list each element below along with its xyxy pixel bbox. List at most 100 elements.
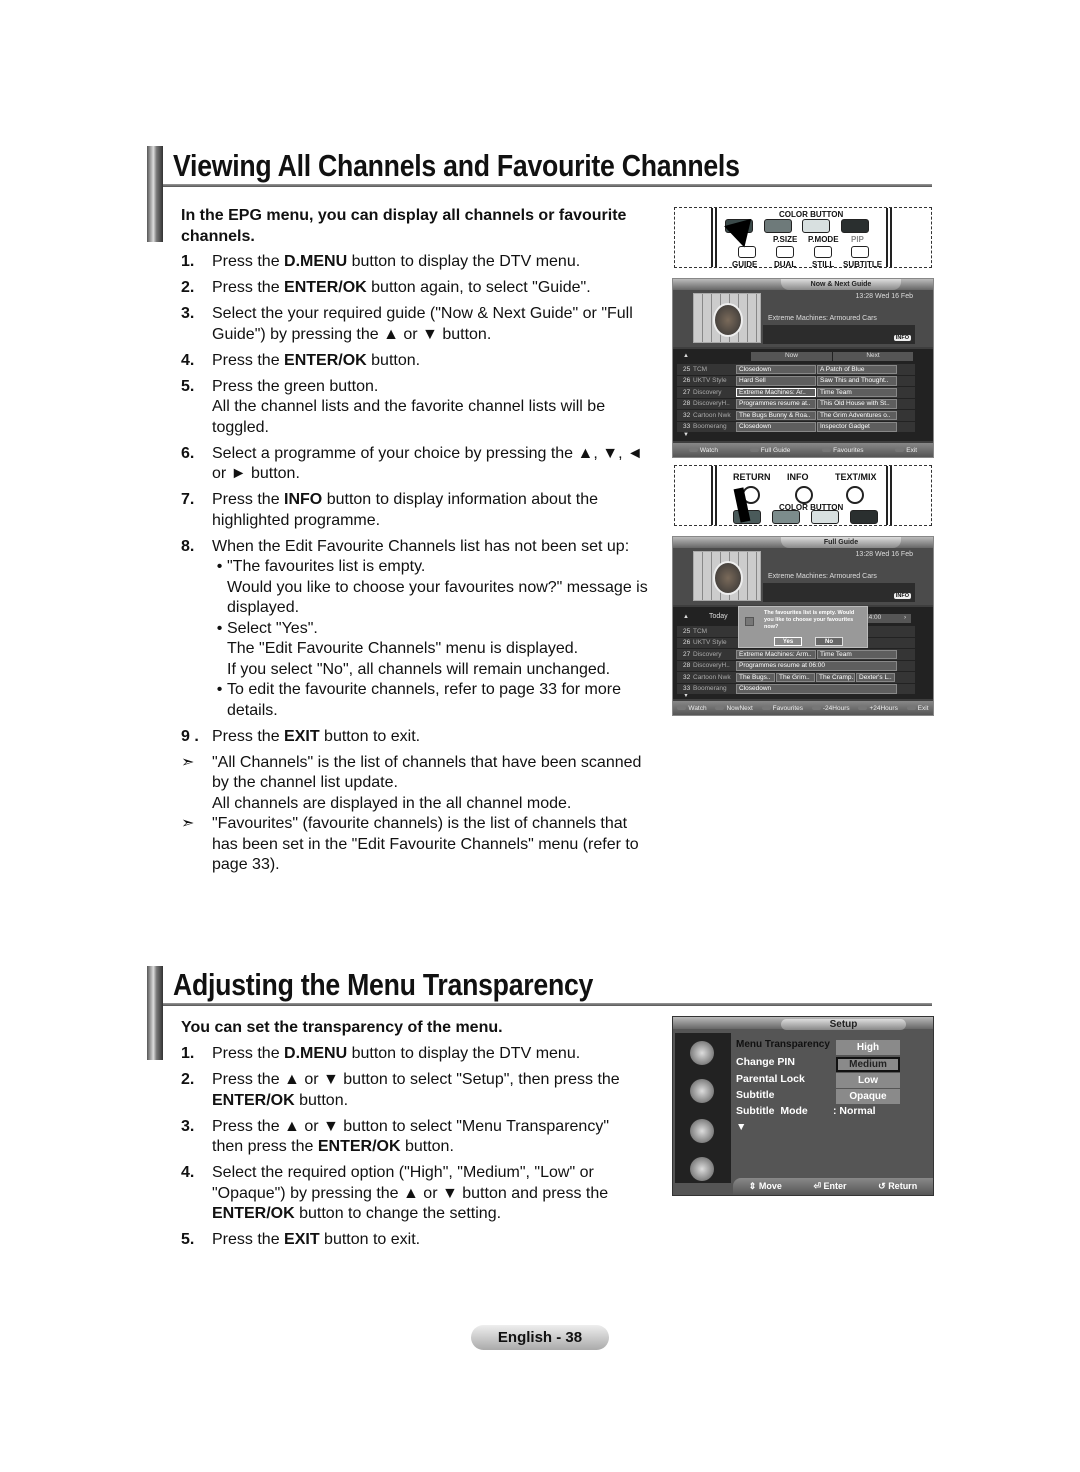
option-medium-selected[interactable]: Medium — [836, 1057, 900, 1072]
section-marker-bar — [147, 966, 163, 1060]
channel-row: 27 Discovery Extreme Machines: Ar.. Time Te… — [677, 387, 915, 398]
setup-menu-screen: Setup Menu Transparency Change PIN Paren… — [672, 1016, 934, 1196]
step-text-bold: ENTER/OK — [212, 1091, 295, 1109]
note-line: "Favourites" (favourite channels) is the… — [212, 815, 639, 873]
next-programme[interactable]: A Patch of Blue — [817, 364, 897, 374]
menu-item-change-pin[interactable]: Change PIN — [736, 1056, 795, 1068]
step-text-pre: Press the — [212, 1045, 285, 1062]
next-programme[interactable]: The Grim Adventures o.. — [817, 410, 897, 420]
step-number: 1. — [181, 1045, 195, 1062]
channel-number: 28 — [683, 400, 691, 408]
step-text-pre: Press the — [212, 253, 285, 270]
blue-button — [850, 510, 878, 524]
bullet-line: To edit the favourite channels, refer to… — [227, 681, 622, 719]
footer-hint: Watch — [688, 446, 719, 454]
next-programme[interactable]: Saw This and Thought.. — [817, 376, 897, 386]
footer-label: Watch — [699, 446, 719, 454]
textmix-key — [846, 486, 864, 504]
step-number: 3. — [181, 1117, 195, 1135]
step-text-pre: Press the ▲ or ▼ button to select "Setup… — [212, 1071, 620, 1088]
programme-title: Extreme Machines: Armoured Cars — [768, 573, 877, 580]
pip-label: PIP — [851, 235, 864, 244]
channel-number: 28 — [683, 662, 691, 670]
programme-cell[interactable]: Programmes resume at 06:00 — [736, 661, 897, 671]
bullet-item: • "The favourites list is empty. Would you… — [212, 557, 651, 619]
programme-cell[interactable]: The Bugs.. — [736, 672, 775, 682]
option-opaque[interactable]: Opaque — [836, 1089, 900, 1104]
bullet-icon: • — [216, 681, 223, 698]
step-text-pre: Press the — [212, 351, 285, 369]
option-low[interactable]: Low — [836, 1073, 900, 1088]
step-text: Press the D.MENU button to display the D… — [212, 252, 651, 273]
channel-name: TCM — [693, 627, 708, 635]
channel-number: 27 — [683, 388, 691, 396]
yellow-button — [802, 219, 830, 233]
scroll-down-icon: ▼ — [683, 432, 689, 438]
step-item: 8. When the Edit Favourite Channels list … — [181, 537, 651, 722]
step-text-pre: Select the required option ("High", "Med… — [212, 1164, 609, 1202]
footer-hint: Watch — [677, 705, 707, 712]
menu-item-subtitle-mode[interactable]: Subtitle Mode — [736, 1105, 808, 1117]
menu-item-transparency[interactable]: Menu Transparency — [736, 1039, 830, 1050]
footer-hint: Full Guide — [749, 446, 791, 454]
step-text: Press the INFO button to display informa… — [212, 490, 651, 531]
programme-cell[interactable]: Dexter's L.. — [856, 672, 895, 682]
now-programme[interactable]: The Bugs Bunny & Roa.. — [736, 410, 816, 420]
step-text-pre: Press the — [212, 727, 285, 745]
step-text: Press the EXIT button to exit. — [212, 727, 651, 748]
step-text-post: button. — [294, 1091, 349, 1109]
step-text-post: button to display the DTV menu. — [347, 1045, 581, 1062]
move-label: Move — [758, 1181, 782, 1191]
now-programme[interactable]: Programmes resume at.. — [736, 399, 816, 409]
step-number: 5. — [181, 1231, 195, 1248]
note-text: "All Channels" is the list of channels t… — [212, 753, 651, 815]
programme-cell[interactable]: The Cramp.. — [816, 672, 855, 682]
now-programme[interactable]: Closedown — [736, 364, 816, 374]
no-button[interactable]: No — [815, 637, 843, 646]
note-item: ➣ "All Channels" is the list of channels … — [181, 753, 651, 815]
programme-cell[interactable]: Closedown — [736, 684, 897, 694]
footer-label: -24Hours — [822, 704, 850, 712]
psize-label: P.SIZE — [773, 235, 798, 244]
still-key — [814, 246, 832, 258]
screen-footer: ⇕ Move ⏎ Enter ↺ Return — [733, 1178, 933, 1195]
section-intro: You can set the transparency of the menu… — [181, 1019, 503, 1036]
next-programme[interactable]: This Old House with St.. — [817, 399, 897, 409]
channel-row: 32 Cartoon Nwk The Bugs.. The Grim.. The Cra… — [677, 672, 915, 683]
date-label: Today — [709, 613, 728, 620]
programme-cell[interactable]: Extreme Machines: Arm.. — [736, 649, 816, 659]
step-item: 5. Press the green button. All the channel… — [181, 377, 651, 439]
now-programme[interactable]: Closedown — [736, 422, 816, 432]
bullet-line: Select "Yes". — [227, 619, 318, 637]
return-label: Return — [888, 1181, 918, 1191]
yes-button[interactable]: Yes — [774, 637, 802, 646]
color-key-icon — [715, 705, 725, 710]
now-programme[interactable]: Extreme Machines: Ar.. — [736, 387, 816, 397]
programme-cell[interactable]: The Grim.. — [776, 672, 815, 682]
still-label: STILL — [812, 260, 835, 269]
favourites-empty-dialog: The favourites list is empty. Would you … — [738, 606, 868, 648]
step-number: 2. — [181, 279, 195, 296]
title-rule — [163, 184, 932, 187]
now-programme[interactable]: Hard Sell — [736, 376, 816, 386]
bullet-line: Would you like to choose your favourites… — [227, 578, 648, 617]
step-number: 6. — [181, 444, 195, 462]
programme-cell[interactable]: Time Team — [817, 649, 897, 659]
menu-item-subtitle[interactable]: Subtitle — [736, 1089, 775, 1101]
option-high[interactable]: High — [836, 1040, 900, 1055]
step-text-bold: ENTER/OK — [317, 1138, 401, 1155]
channel-number: 25 — [683, 627, 691, 635]
next-programme[interactable]: Inspector Gadget — [817, 422, 897, 432]
color-key-icon — [858, 705, 868, 710]
menu-item-parental-lock[interactable]: Parental Lock — [736, 1073, 805, 1085]
next-programme[interactable]: Time Team — [817, 387, 897, 397]
step-number: 2. — [181, 1071, 195, 1088]
footer-label: Full Guide — [760, 446, 791, 454]
step-text: Select the your required guide ("Now & N… — [212, 304, 651, 345]
step-text-post: button to exit. — [319, 727, 421, 745]
color-key-icon — [761, 705, 771, 710]
step-text-bold: EXIT — [284, 727, 320, 745]
channel-row: 28 DiscoveryH.. Programmes resume at 06:00 — [677, 660, 915, 671]
step-text-pre: Press the — [212, 1231, 285, 1248]
channel-number: 33 — [683, 685, 691, 693]
